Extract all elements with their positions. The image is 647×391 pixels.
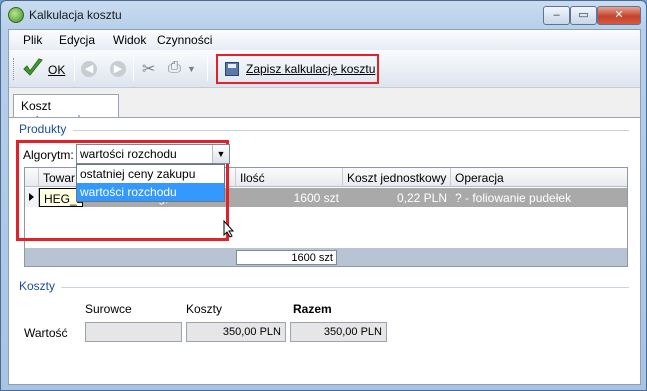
algorithm-dropdown-list: ostatniej ceny zakupu wartości rozchodu	[76, 164, 225, 202]
tab-koszt-wytworzenia[interactable]: Koszt wytworzenia	[13, 94, 119, 127]
products-group-title: Produkty	[19, 122, 67, 136]
mouse-cursor-icon	[223, 220, 235, 238]
save-calculation-label: Zapisz kalkulację kosztu	[246, 62, 376, 76]
cell-operacja[interactable]: ? - foliowanie pudełek	[451, 188, 627, 207]
app-window: Kalkulacja kosztu – ▭ ✕ Plik Edycja Wido…	[0, 0, 647, 391]
save-calculation-button[interactable]: Zapisz kalkulację kosztu	[216, 54, 379, 84]
wartosc-label: Wartość	[24, 326, 68, 340]
ok-button[interactable]: OK	[48, 63, 65, 77]
menu-plik[interactable]: Plik	[23, 33, 42, 47]
koszty-field: 350,00 PLN	[186, 322, 286, 342]
title-bar[interactable]: Kalkulacja kosztu – ▭ ✕	[1, 1, 646, 29]
back-icon[interactable]: ◀	[81, 61, 97, 77]
col-razem-label: Razem	[293, 302, 332, 316]
surowce-field	[85, 322, 182, 342]
costs-group-line	[61, 287, 629, 288]
toolbar-grip[interactable]	[13, 58, 16, 80]
maximize-button[interactable]: ▭	[570, 6, 597, 25]
toolbar-separator	[207, 57, 208, 81]
window-title: Kalkulacja kosztu	[29, 8, 122, 22]
costs-group-title: Koszty	[19, 279, 56, 293]
tab-strip: Koszt wytworzenia	[9, 88, 640, 127]
grid-footer: 1600 szt	[25, 248, 627, 266]
column-koszt-jednostkowy[interactable]: Koszt jednostkowy	[343, 168, 451, 187]
toolbar: OK ◀ ▶ ✂ ⎙ ▼ Zapisz kalkulację kosztu	[9, 50, 640, 88]
client-area: Plik Edycja Widok Czynności OK ◀ ▶ ✂ ⎙ ▼…	[8, 29, 641, 385]
toolbar-separator	[133, 57, 134, 81]
algorithm-label: Algorytm:	[23, 148, 74, 162]
menu-edycja[interactable]: Edycja	[59, 33, 95, 47]
products-group-line	[73, 130, 629, 131]
col-koszty-label: Koszty	[186, 302, 223, 316]
algorithm-select-value: wartości rozchodu	[80, 147, 177, 161]
close-button[interactable]: ✕	[597, 6, 641, 25]
cell-ilosc[interactable]: 1600 szt	[236, 188, 343, 207]
tools-icon[interactable]: ✂	[142, 59, 155, 79]
floppy-disk-icon	[225, 62, 239, 76]
footer-total-quantity: 1600 szt	[236, 250, 337, 265]
forward-icon[interactable]: ▶	[110, 61, 126, 77]
column-ilosc[interactable]: Ilość	[236, 168, 343, 187]
dropdown-arrow-icon[interactable]: ▼	[187, 64, 196, 74]
column-operacja[interactable]: Operacja	[451, 168, 627, 187]
dropdown-option-wartosci-rozchodu[interactable]: wartości rozchodu	[77, 183, 224, 201]
chevron-down-icon[interactable]: ▼	[212, 145, 229, 163]
menu-bar: Plik Edycja Widok Czynności	[9, 30, 640, 50]
dropdown-option-ostatniej-ceny[interactable]: ostatniej ceny zakupu	[77, 165, 224, 183]
razem-field: 350,00 PLN	[290, 322, 387, 342]
menu-widok[interactable]: Widok	[113, 33, 146, 47]
app-icon	[8, 7, 24, 23]
col-surowce-label: Surowce	[85, 302, 132, 316]
printer-icon[interactable]: ⎙	[168, 59, 181, 77]
ok-check-icon[interactable]	[21, 56, 45, 80]
algorithm-select[interactable]: wartości rozchodu ▼	[76, 144, 230, 164]
menu-czynnosci[interactable]: Czynności	[157, 33, 212, 47]
toolbar-separator	[74, 57, 75, 81]
cell-koszt-jednostkowy[interactable]: 0,22 PLN	[343, 188, 451, 207]
minimize-button[interactable]: –	[543, 6, 570, 25]
